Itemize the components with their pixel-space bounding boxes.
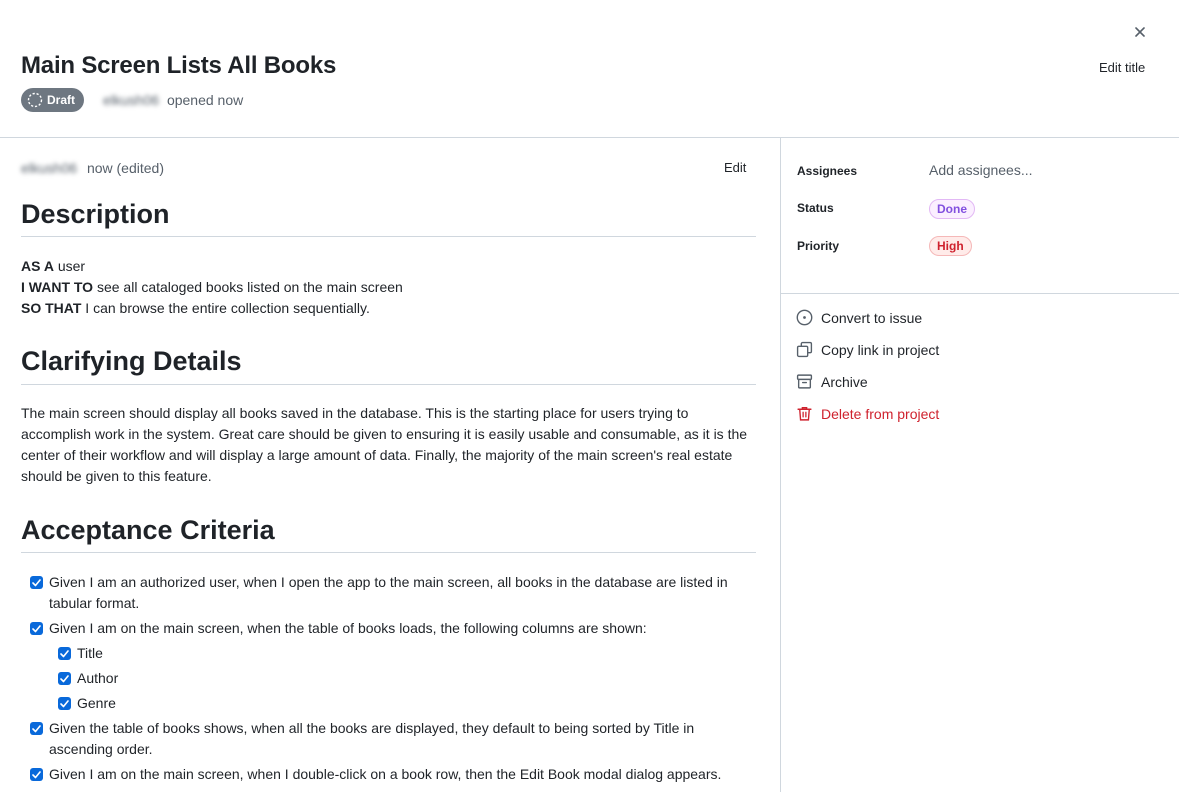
priority-badge: High xyxy=(929,236,972,256)
criteria-item: Given the table of books shows, when all… xyxy=(21,718,756,760)
clarifying-paragraph: The main screen should display all books… xyxy=(21,404,748,484)
sub-criteria-item: Title xyxy=(49,643,756,664)
checked-checkbox[interactable] xyxy=(30,722,43,736)
column-sublist: Title Author Genre xyxy=(49,643,756,714)
description-heading: Description xyxy=(21,198,756,238)
story-line: SO THAT I can browse the entire collecti… xyxy=(21,300,370,317)
delete-from-project-button[interactable]: Delete from project xyxy=(796,405,939,422)
status-badge: Done xyxy=(929,199,975,219)
sub-criteria-item: Author xyxy=(49,668,756,689)
acceptance-heading: Acceptance Criteria xyxy=(21,514,756,554)
copy-link-button[interactable]: Copy link in project xyxy=(796,341,939,358)
comment-time: now (edited) xyxy=(86,160,164,176)
edit-title-button[interactable]: Edit title xyxy=(1099,60,1145,75)
checked-checkbox[interactable] xyxy=(58,647,71,661)
draft-label: Draft xyxy=(47,93,76,107)
checked-checkbox[interactable] xyxy=(30,576,43,590)
checked-checkbox[interactable] xyxy=(30,768,43,782)
clarifying-heading: Clarifying Details xyxy=(21,345,756,385)
user-story: AS A user I WANT TO see all cataloged bo… xyxy=(21,256,756,319)
draft-icon xyxy=(27,92,43,108)
acceptance-criteria-list: Given I am an authorized user, when I op… xyxy=(21,572,756,785)
copy-icon xyxy=(796,341,813,358)
sidebar: Assignees Add assignees... Status Done P… xyxy=(781,138,1179,792)
comment-author: elkush06 xyxy=(21,160,78,176)
story-line: AS A user xyxy=(21,258,86,275)
checked-checkbox[interactable] xyxy=(30,622,43,636)
trash-icon xyxy=(796,405,813,422)
criteria-item: Given I am on the main screen, when I do… xyxy=(21,764,756,785)
criteria-item: Given I am on the main screen, when the … xyxy=(21,618,756,714)
modal-header: Main Screen Lists All Books Edit title D… xyxy=(0,0,1179,138)
criteria-item: Given I am an authorized user, when I op… xyxy=(21,572,756,614)
author-name: elkush06 xyxy=(103,92,160,108)
story-line: I WANT TO see all cataloged books listed… xyxy=(21,279,403,296)
comment-meta: elkush06 now (edited) xyxy=(21,160,164,176)
opened-text: opened now xyxy=(166,92,244,108)
main-panel: elkush06 now (edited) Edit Description A… xyxy=(0,138,781,792)
priority-field[interactable]: High xyxy=(929,236,972,256)
edit-body-button[interactable]: Edit xyxy=(724,160,746,175)
status-label: Status xyxy=(797,201,834,215)
add-assignees-button[interactable]: Add assignees... xyxy=(929,162,1033,178)
archive-button[interactable]: Archive xyxy=(796,373,868,390)
archive-icon xyxy=(796,373,813,390)
sidebar-divider xyxy=(781,293,1179,294)
body-content: Description AS A user I WANT TO see all … xyxy=(21,198,756,789)
close-icon[interactable] xyxy=(1131,23,1149,41)
checked-checkbox[interactable] xyxy=(58,697,71,711)
opened-info: elkush06 opened now xyxy=(103,92,243,108)
page-title: Main Screen Lists All Books xyxy=(21,52,337,79)
status-field[interactable]: Done xyxy=(929,199,975,219)
sub-criteria-item: Genre xyxy=(49,693,756,714)
priority-label: Priority xyxy=(797,239,840,253)
checked-checkbox[interactable] xyxy=(58,672,71,686)
issue-opened-icon xyxy=(796,309,813,326)
draft-status-badge: Draft xyxy=(21,88,85,112)
convert-to-issue-button[interactable]: Convert to issue xyxy=(796,309,922,326)
assignees-label: Assignees xyxy=(797,164,858,178)
